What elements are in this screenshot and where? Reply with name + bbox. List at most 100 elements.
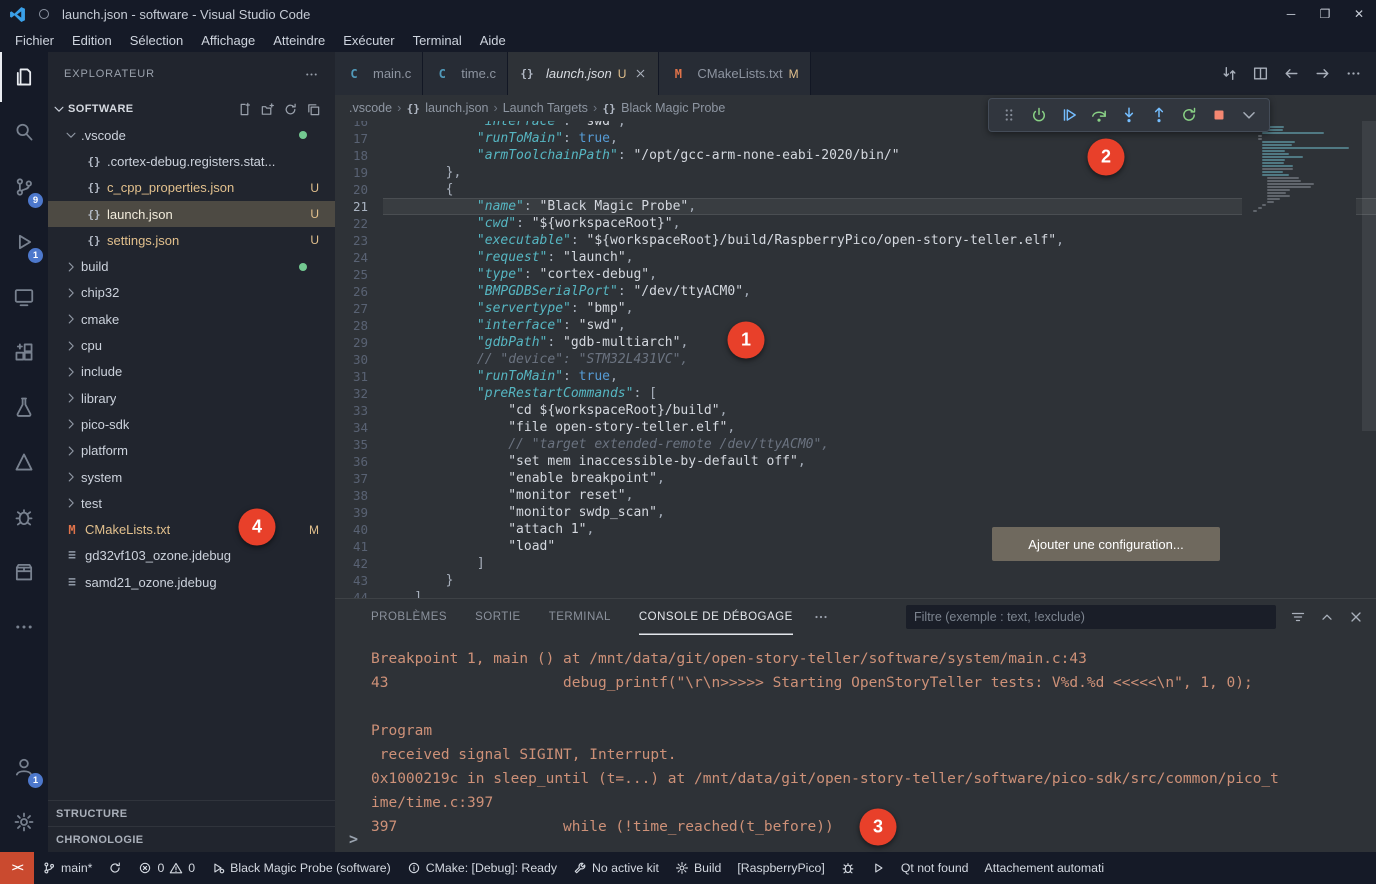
minimap[interactable] <box>1242 121 1356 261</box>
activity-source-control[interactable]: 9 <box>0 162 48 212</box>
status-gear[interactable]: Build <box>667 852 729 884</box>
tab-main-c[interactable]: Cmain.c <box>335 52 423 95</box>
tree-item-system[interactable]: system <box>48 464 335 490</box>
activity-run-debug[interactable]: 1 <box>0 217 48 267</box>
status-wrench[interactable]: No active kit <box>565 852 667 884</box>
menu-item-aide[interactable]: Aide <box>471 28 515 52</box>
tree-item-cpu[interactable]: cpu <box>48 332 335 358</box>
tree-item-test[interactable]: test <box>48 490 335 516</box>
tree-item-gd32vf103-ozone-jdebug[interactable]: ≡gd32vf103_ozone.jdebug <box>48 543 335 569</box>
debug-power-button[interactable] <box>1027 101 1051 129</box>
add-configuration-button[interactable]: Ajouter une configuration... <box>992 527 1220 561</box>
status-branch[interactable]: main* <box>34 852 100 884</box>
activity-cmake[interactable] <box>0 437 48 487</box>
tab-cmakelists-txt[interactable]: MCMakeLists.txtM <box>659 52 810 95</box>
refresh-icon[interactable] <box>283 102 298 117</box>
tree-item-launch-json[interactable]: {}launch.jsonU <box>48 201 335 227</box>
new-folder-icon[interactable] <box>260 102 275 117</box>
status-remote[interactable]: >< <box>0 852 34 884</box>
menu-item-edition[interactable]: Edition <box>63 28 121 52</box>
activity-extensions[interactable] <box>0 327 48 377</box>
status-info[interactable]: CMake: [Debug]: Ready <box>399 852 565 884</box>
compare-icon[interactable] <box>1221 65 1238 82</box>
tree-item-cmakelists-txt[interactable]: MCMakeLists.txtM <box>48 516 335 542</box>
maximize-button[interactable]: ❐ <box>1308 0 1342 28</box>
menu-item-ex-cuter[interactable]: Exécuter <box>334 28 403 52</box>
panel-tab-console-de-d-bogage[interactable]: CONSOLE DE DÉBOGAGE <box>639 599 793 635</box>
tree-item-build[interactable]: build <box>48 253 335 279</box>
tree-item-settings-json[interactable]: {}settings.jsonU <box>48 227 335 253</box>
debug-grip-icon[interactable] <box>997 101 1021 129</box>
status-item[interactable]: 00 <box>130 852 203 884</box>
debug-step-out-button[interactable] <box>1147 101 1171 129</box>
tree-item-include[interactable]: include <box>48 359 335 385</box>
chevron-up-icon[interactable] <box>1319 609 1335 625</box>
activity-testing[interactable] <box>0 382 48 432</box>
activity-more[interactable] <box>0 602 48 652</box>
filter-lines-icon[interactable] <box>1290 609 1306 625</box>
status-play[interactable] <box>863 852 893 884</box>
breadcrumb-item[interactable]: .vscode <box>349 101 392 115</box>
minimize-button[interactable]: ─ <box>1274 0 1308 28</box>
close-icon[interactable] <box>634 67 647 80</box>
tree-item-vscode[interactable]: .vscode <box>48 122 335 148</box>
section-structure[interactable]: STRUCTURE <box>48 800 335 826</box>
status-debug-alt[interactable]: Black Magic Probe (software) <box>203 852 399 884</box>
code-editor[interactable]: 16 "interface": "swd",17 "runToMain": tr… <box>335 121 1376 598</box>
activity-explorer[interactable] <box>0 52 48 102</box>
status-attachement-automati[interactable]: Attachement automati <box>977 852 1113 884</box>
tree-item-cortex-debug-registers-stat[interactable]: {}.cortex-debug.registers.stat... <box>48 148 335 174</box>
panel-tab-probl-mes[interactable]: PROBLÈMES <box>371 599 447 635</box>
activity-settings[interactable] <box>0 797 48 847</box>
debug-stop-button[interactable] <box>1207 101 1231 129</box>
close-icon[interactable] <box>1348 609 1364 625</box>
status-raspberrypico[interactable]: [RaspberryPico] <box>729 852 832 884</box>
activity-bug-tool[interactable] <box>0 492 48 542</box>
tree-item-c-cpp-properties-json[interactable]: {}c_cpp_properties.jsonU <box>48 175 335 201</box>
panel-tab-sortie[interactable]: SORTIE <box>475 599 521 635</box>
debug-step-over-button[interactable] <box>1087 101 1111 129</box>
menu-item-atteindre[interactable]: Atteindre <box>264 28 334 52</box>
debug-restart-button[interactable] <box>1177 101 1201 129</box>
menu-item-affichage[interactable]: Affichage <box>192 28 264 52</box>
panel-tab-terminal[interactable]: TERMINAL <box>549 599 611 635</box>
status-sync[interactable] <box>100 852 130 884</box>
close-button[interactable]: ✕ <box>1342 0 1376 28</box>
new-file-icon[interactable] <box>237 102 252 117</box>
debug-step-into-button[interactable] <box>1117 101 1141 129</box>
tree-item-samd21-ozone-jdebug[interactable]: ≡samd21_ozone.jdebug <box>48 569 335 595</box>
more-icon[interactable] <box>813 609 829 625</box>
tab-launch-json[interactable]: {}launch.jsonU <box>508 52 659 95</box>
menu-item-fichier[interactable]: Fichier <box>6 28 63 52</box>
tree-item-library[interactable]: library <box>48 385 335 411</box>
console-prompt[interactable]: > <box>349 830 358 848</box>
section-chronologie[interactable]: CHRONOLOGIE <box>48 826 335 852</box>
menu-item-s-lection[interactable]: Sélection <box>121 28 192 52</box>
arrow-right-icon[interactable] <box>1314 65 1331 82</box>
status-qt-not-found[interactable]: Qt not found <box>893 852 977 884</box>
tree-item-cmake[interactable]: cmake <box>48 306 335 332</box>
more-icon[interactable] <box>1345 65 1362 82</box>
debug-chevron-down-icon[interactable] <box>1237 101 1261 129</box>
debug-continue-button[interactable] <box>1057 101 1081 129</box>
activity-account[interactable]: 1 <box>0 742 48 792</box>
arrow-left-icon[interactable] <box>1283 65 1300 82</box>
workspace-section-header[interactable]: SOFTWARE <box>48 96 335 122</box>
debug-filter-input[interactable] <box>906 605 1276 629</box>
status-bug[interactable] <box>833 852 863 884</box>
activity-search[interactable] <box>0 107 48 157</box>
menu-item-terminal[interactable]: Terminal <box>404 28 471 52</box>
collapse-all-icon[interactable] <box>306 102 321 117</box>
breadcrumb-item[interactable]: Black Magic Probe <box>621 101 725 115</box>
tab-time-c[interactable]: Ctime.c <box>423 52 508 95</box>
activity-package[interactable] <box>0 547 48 597</box>
activity-remote-explorer[interactable] <box>0 272 48 322</box>
breadcrumb-item[interactable]: Launch Targets <box>503 101 588 115</box>
editor-scrollbar[interactable] <box>1362 121 1376 597</box>
split-editor-icon[interactable] <box>1252 65 1269 82</box>
breadcrumb-item[interactable]: launch.json <box>425 101 488 115</box>
tree-item-pico-sdk[interactable]: pico-sdk <box>48 411 335 437</box>
more-icon[interactable] <box>304 67 319 82</box>
tree-item-platform[interactable]: platform <box>48 438 335 464</box>
tree-item-chip32[interactable]: chip32 <box>48 280 335 306</box>
